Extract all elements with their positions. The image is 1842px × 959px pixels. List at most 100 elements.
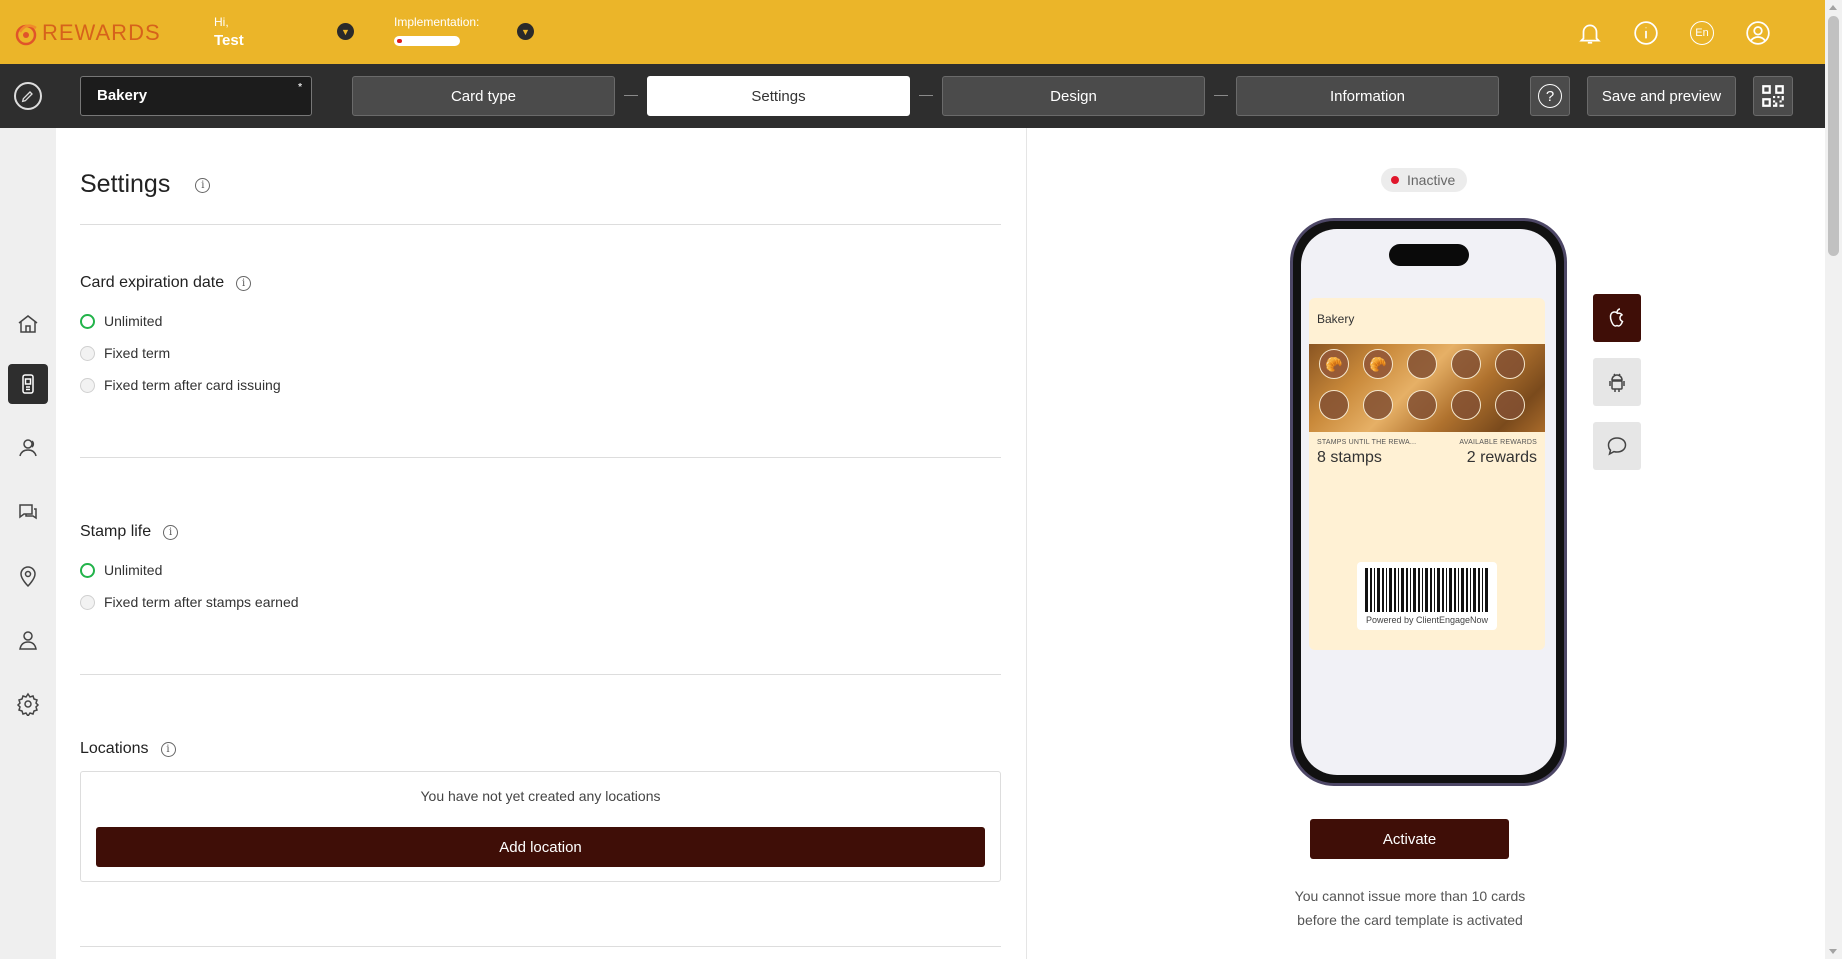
expiration-option-fixed-term[interactable]: Fixed term <box>80 345 170 361</box>
implementation-progress-fill <box>397 39 402 43</box>
stamp-life-info-icon[interactable]: i <box>163 524 179 540</box>
editor-toolbar: Bakery * Card type Settings Design Infor… <box>0 64 1825 128</box>
card-name-field[interactable]: Bakery * <box>80 76 312 116</box>
step-separator <box>1214 95 1228 96</box>
settings-info-icon[interactable]: i <box>195 177 211 193</box>
barcode-bar <box>1458 568 1459 612</box>
qr-code-button[interactable] <box>1753 76 1793 116</box>
sidebar-item-home[interactable] <box>8 304 48 344</box>
divider <box>80 674 1001 675</box>
logo-text: REWARDS <box>42 20 161 45</box>
barcode-bar <box>1418 568 1420 612</box>
barcode-bar <box>1449 568 1452 612</box>
account-avatar-icon[interactable] <box>1743 18 1773 48</box>
option-label: Fixed term after card issuing <box>104 377 281 393</box>
barcode-bar <box>1422 568 1423 612</box>
language-switcher[interactable]: En <box>1687 18 1717 48</box>
stamp-empty <box>1319 390 1349 420</box>
notifications-bell-icon[interactable] <box>1575 18 1605 48</box>
barcode-bar <box>1470 568 1471 612</box>
card-expiration-section-title: Card expiration date i <box>80 274 252 292</box>
scroll-down-arrow[interactable] <box>1829 949 1837 954</box>
card-title: Bakery <box>1317 312 1355 326</box>
message-icon <box>1607 437 1627 456</box>
stamp-empty <box>1407 349 1437 379</box>
page-title-text: Settings <box>80 170 171 198</box>
user-name: Test <box>214 32 244 49</box>
edit-pencil-icon[interactable] <box>14 82 42 110</box>
implementation-chevron-down-icon[interactable]: ▼ <box>517 23 534 40</box>
option-label: Unlimited <box>104 313 163 329</box>
sidebar-item-messages[interactable] <box>8 492 48 532</box>
stamp-empty <box>1407 390 1437 420</box>
locations-empty-message: You have not yet created any locations <box>420 788 661 804</box>
qr-code-icon <box>1762 85 1784 107</box>
rewards-label: AVAILABLE REWARDS <box>1459 439 1537 446</box>
status-badge: Inactive <box>1381 168 1468 192</box>
barcode-bar <box>1454 568 1456 612</box>
expiration-option-unlimited[interactable]: Unlimited <box>80 313 162 329</box>
save-and-preview-button[interactable]: Save and preview <box>1587 76 1736 116</box>
info-icon[interactable] <box>1631 18 1661 48</box>
settings-icon <box>16 692 40 716</box>
stamp-life-option-unlimited[interactable]: Unlimited <box>80 562 162 578</box>
barcode-bar <box>1382 568 1384 612</box>
scrollbar-thumb[interactable] <box>1828 16 1839 256</box>
barcode-bar <box>1413 568 1416 612</box>
radio-selected <box>80 562 95 578</box>
chat-icon <box>19 504 37 520</box>
sidebar <box>0 128 56 959</box>
barcode-bar <box>1437 568 1440 612</box>
sidebar-item-clients[interactable] <box>8 428 48 468</box>
radio-unselected <box>80 377 95 393</box>
phone-mockup: Bakery 🥐 🥐 STAMPS UNTIL THE REWA... 8 sta… <box>1290 218 1567 786</box>
barcode-bar <box>1446 568 1447 612</box>
step-settings[interactable]: Settings <box>647 76 910 116</box>
barcode: Powered by ClientEngageNow <box>1357 562 1497 630</box>
step-design[interactable]: Design <box>942 76 1205 116</box>
sidebar-item-locations[interactable] <box>8 556 48 596</box>
sidebar-item-users[interactable] <box>8 620 48 660</box>
logo-mark-icon <box>14 20 40 46</box>
preview-android-button[interactable] <box>1593 358 1641 406</box>
step-separator <box>624 95 638 96</box>
divider <box>80 224 1001 225</box>
card-name-value: Bakery <box>97 87 148 104</box>
step-card-type[interactable]: Card type <box>352 76 615 116</box>
locations-info-icon[interactable]: i <box>160 741 176 757</box>
sidebar-item-cards[interactable] <box>8 364 48 404</box>
barcode-bar <box>1485 568 1488 612</box>
barcode-bar <box>1478 568 1480 612</box>
barcode-bar <box>1377 568 1380 612</box>
stamps-value: 8 stamps <box>1317 449 1382 466</box>
divider <box>80 946 1001 947</box>
required-asterisk: * <box>298 82 302 93</box>
step-separator <box>919 95 933 96</box>
page-scrollbar[interactable] <box>1825 0 1842 959</box>
barcode-bar <box>1482 568 1483 612</box>
barcode-bar <box>1473 568 1476 612</box>
step-information[interactable]: Information <box>1236 76 1499 116</box>
preview-apple-button[interactable] <box>1593 294 1641 342</box>
home-icon <box>18 315 38 333</box>
barcode-bar <box>1442 568 1444 612</box>
barcode-bar <box>1425 568 1428 612</box>
sidebar-item-settings[interactable] <box>8 684 48 724</box>
user-menu-chevron-down-icon[interactable]: ▼ <box>337 23 354 40</box>
status-dot <box>1391 176 1399 184</box>
help-button[interactable]: ? <box>1530 76 1570 116</box>
locations-box: You have not yet created any locations A… <box>80 771 1001 882</box>
card-expiration-info-icon[interactable]: i <box>236 275 252 291</box>
scroll-up-arrow[interactable] <box>1829 5 1837 10</box>
page-title: Settings i <box>80 170 211 199</box>
barcode-bar <box>1430 568 1432 612</box>
barcode-bar <box>1466 568 1468 612</box>
radio-unselected <box>80 345 95 361</box>
app-logo[interactable]: REWARDS <box>14 20 161 46</box>
expiration-option-fixed-term-after-issuing[interactable]: Fixed term after card issuing <box>80 377 281 393</box>
barcode-bar <box>1434 568 1435 612</box>
activate-button[interactable]: Activate <box>1310 819 1509 859</box>
preview-message-button[interactable] <box>1593 422 1641 470</box>
add-location-button[interactable]: Add location <box>96 827 985 867</box>
stamp-life-option-fixed-term-after-earned[interactable]: Fixed term after stamps earned <box>80 594 299 610</box>
